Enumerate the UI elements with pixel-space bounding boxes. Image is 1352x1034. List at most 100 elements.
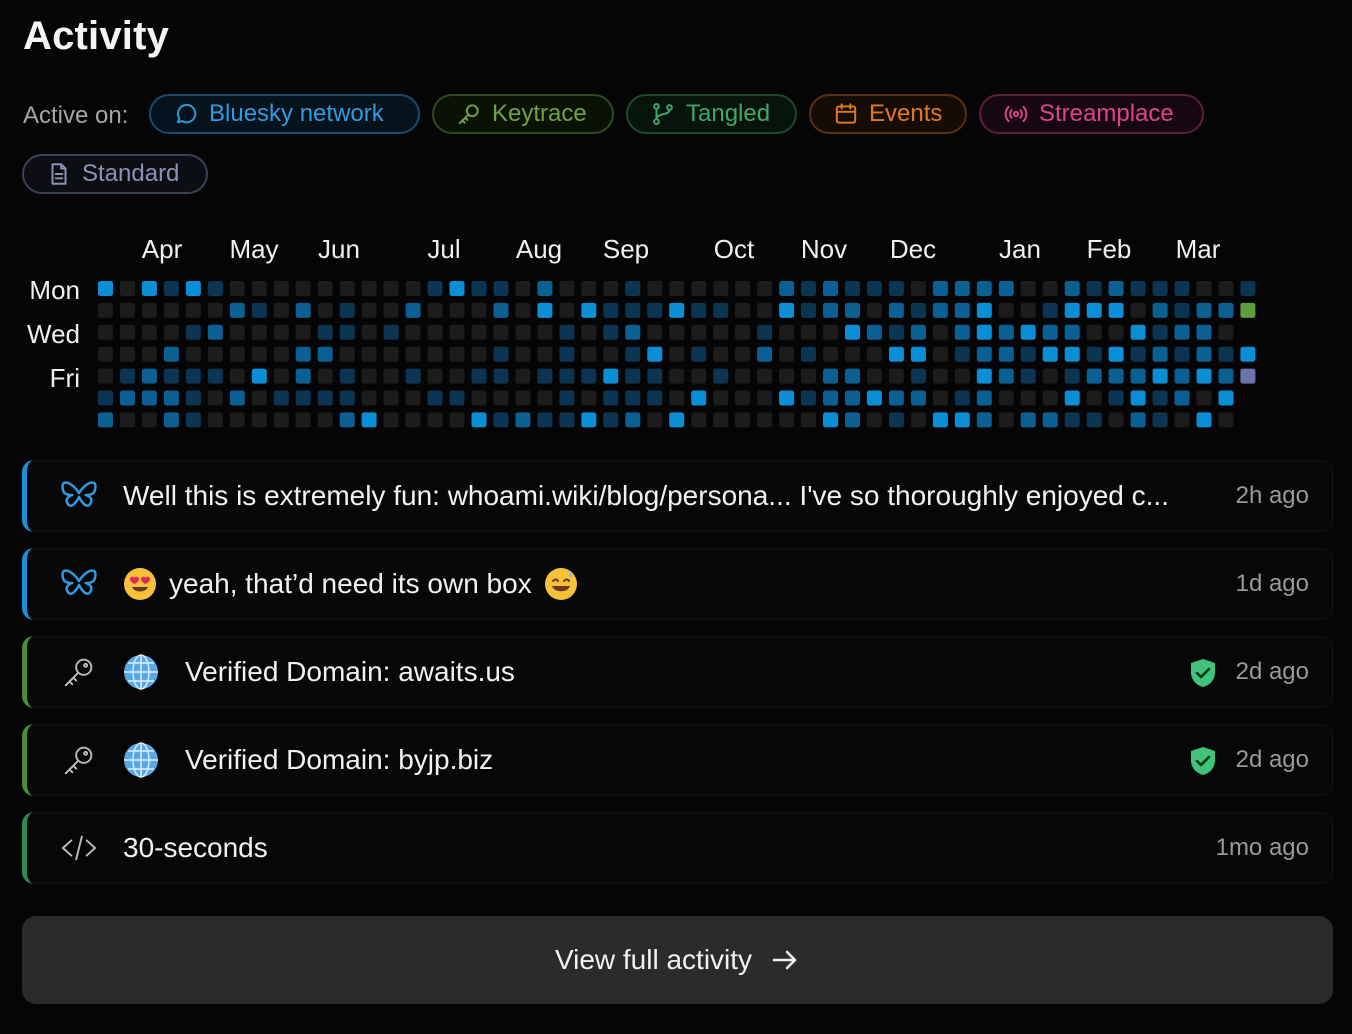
heatmap-cell[interactable] bbox=[910, 390, 926, 406]
heatmap-cell[interactable] bbox=[1196, 302, 1212, 318]
heatmap-cell[interactable] bbox=[713, 412, 729, 428]
heatmap-cell[interactable] bbox=[866, 412, 882, 428]
heatmap-cell[interactable] bbox=[932, 281, 948, 296]
heatmap-cell[interactable] bbox=[625, 302, 641, 318]
heatmap-cell[interactable] bbox=[823, 324, 838, 340]
heatmap-cell[interactable] bbox=[823, 390, 838, 406]
heatmap-cell[interactable] bbox=[295, 390, 311, 406]
heatmap-cell[interactable] bbox=[976, 368, 992, 384]
heatmap-cell[interactable] bbox=[515, 412, 531, 428]
heatmap-cell[interactable] bbox=[471, 390, 487, 406]
heatmap-cell[interactable] bbox=[339, 302, 355, 318]
heatmap-cell[interactable] bbox=[1064, 281, 1080, 296]
heatmap-cell[interactable] bbox=[603, 368, 619, 384]
heatmap-cell[interactable] bbox=[339, 281, 355, 296]
heatmap-cell[interactable] bbox=[295, 302, 311, 318]
heatmap-cell[interactable] bbox=[581, 412, 597, 428]
heatmap-cell[interactable] bbox=[1042, 324, 1058, 340]
heatmap-cell[interactable] bbox=[1108, 346, 1124, 362]
heatmap-cell[interactable] bbox=[1086, 281, 1102, 296]
heatmap-cell[interactable] bbox=[493, 324, 509, 340]
heatmap-cell[interactable] bbox=[1042, 281, 1058, 296]
heatmap-cell[interactable] bbox=[1218, 368, 1234, 384]
heatmap-cell[interactable] bbox=[295, 368, 311, 384]
heatmap-cell[interactable] bbox=[1020, 324, 1036, 340]
heatmap-cell[interactable] bbox=[317, 302, 333, 318]
heatmap-cell[interactable] bbox=[405, 324, 421, 340]
heatmap-cell[interactable] bbox=[581, 281, 597, 296]
heatmap-cell[interactable] bbox=[251, 281, 267, 296]
heatmap-cell[interactable] bbox=[1130, 368, 1146, 384]
heatmap-cell[interactable] bbox=[757, 302, 773, 318]
heatmap-cell[interactable] bbox=[493, 281, 509, 296]
heatmap-cell[interactable] bbox=[1196, 412, 1212, 428]
heatmap-cell[interactable] bbox=[801, 324, 816, 340]
heatmap-cell[interactable] bbox=[954, 302, 970, 318]
heatmap-cell[interactable] bbox=[471, 368, 487, 384]
heatmap-cell[interactable] bbox=[449, 302, 465, 318]
heatmap-cell[interactable] bbox=[559, 281, 575, 296]
heatmap-cell[interactable] bbox=[603, 412, 619, 428]
heatmap-cell[interactable] bbox=[910, 324, 926, 340]
heatmap-cell[interactable] bbox=[647, 346, 663, 362]
heatmap-cell[interactable] bbox=[471, 346, 487, 362]
heatmap-cell[interactable] bbox=[427, 281, 443, 296]
heatmap-cell[interactable] bbox=[1152, 324, 1168, 340]
heatmap-cell[interactable] bbox=[647, 412, 663, 428]
heatmap-cell[interactable] bbox=[1108, 324, 1124, 340]
heatmap-cell[interactable] bbox=[713, 368, 729, 384]
heatmap-cell[interactable] bbox=[581, 302, 597, 318]
heatmap-cell[interactable] bbox=[493, 302, 509, 318]
heatmap-cell[interactable] bbox=[779, 390, 795, 406]
heatmap-cell[interactable] bbox=[317, 368, 333, 384]
activity-item-keytrace-1[interactable]: Verified Domain: awaits.us 2d ago bbox=[22, 636, 1333, 708]
heatmap-cell[interactable] bbox=[1064, 302, 1080, 318]
heatmap-cell[interactable] bbox=[295, 324, 311, 340]
heatmap-cell[interactable] bbox=[1130, 302, 1146, 318]
heatmap-cell[interactable] bbox=[471, 324, 487, 340]
heatmap-cell[interactable] bbox=[910, 302, 926, 318]
heatmap-cell[interactable] bbox=[845, 390, 860, 406]
heatmap-cell[interactable] bbox=[1042, 412, 1058, 428]
heatmap-cell[interactable] bbox=[603, 302, 619, 318]
heatmap-cell[interactable] bbox=[866, 368, 882, 384]
heatmap-cell[interactable] bbox=[449, 324, 465, 340]
heatmap-cell[interactable] bbox=[163, 412, 179, 428]
heatmap-cell[interactable] bbox=[1064, 324, 1080, 340]
heatmap-cell[interactable] bbox=[1108, 368, 1124, 384]
heatmap-cell[interactable] bbox=[888, 346, 904, 362]
heatmap-cell[interactable] bbox=[361, 368, 377, 384]
heatmap-cell[interactable] bbox=[801, 412, 816, 428]
heatmap-cell[interactable] bbox=[757, 412, 773, 428]
heatmap-cell[interactable] bbox=[515, 346, 531, 362]
heatmap-cell[interactable] bbox=[537, 390, 553, 406]
heatmap-cell[interactable] bbox=[691, 324, 707, 340]
heatmap-cell[interactable] bbox=[823, 412, 838, 428]
heatmap-cell[interactable] bbox=[735, 390, 751, 406]
activity-item-keytrace-2[interactable]: Verified Domain: byjp.biz 2d ago bbox=[22, 724, 1333, 796]
heatmap-cell[interactable] bbox=[823, 281, 838, 296]
heatmap-cell[interactable] bbox=[976, 346, 992, 362]
heatmap-cell[interactable] bbox=[405, 412, 421, 428]
heatmap-cell[interactable] bbox=[1020, 346, 1036, 362]
heatmap-cell[interactable] bbox=[1196, 324, 1212, 340]
heatmap-cell[interactable] bbox=[1240, 281, 1256, 296]
heatmap-cell[interactable] bbox=[185, 302, 201, 318]
heatmap-cell[interactable] bbox=[1174, 324, 1190, 340]
heatmap-cell[interactable] bbox=[295, 346, 311, 362]
heatmap-cell[interactable] bbox=[691, 281, 707, 296]
heatmap-cell[interactable] bbox=[845, 412, 860, 428]
heatmap-cell[interactable] bbox=[647, 390, 663, 406]
heatmap-cell[interactable] bbox=[801, 390, 816, 406]
heatmap-cell[interactable] bbox=[163, 324, 179, 340]
heatmap-cell[interactable] bbox=[185, 324, 201, 340]
heatmap-cell[interactable] bbox=[669, 281, 685, 296]
heatmap-cell[interactable] bbox=[647, 281, 663, 296]
heatmap-cell[interactable] bbox=[185, 346, 201, 362]
heatmap-cell[interactable] bbox=[1218, 412, 1234, 428]
heatmap-cell[interactable] bbox=[735, 368, 751, 384]
heatmap-cell[interactable] bbox=[120, 346, 135, 362]
heatmap-cell[interactable] bbox=[845, 324, 860, 340]
heatmap-cell[interactable] bbox=[910, 412, 926, 428]
heatmap-cell[interactable] bbox=[1152, 390, 1168, 406]
